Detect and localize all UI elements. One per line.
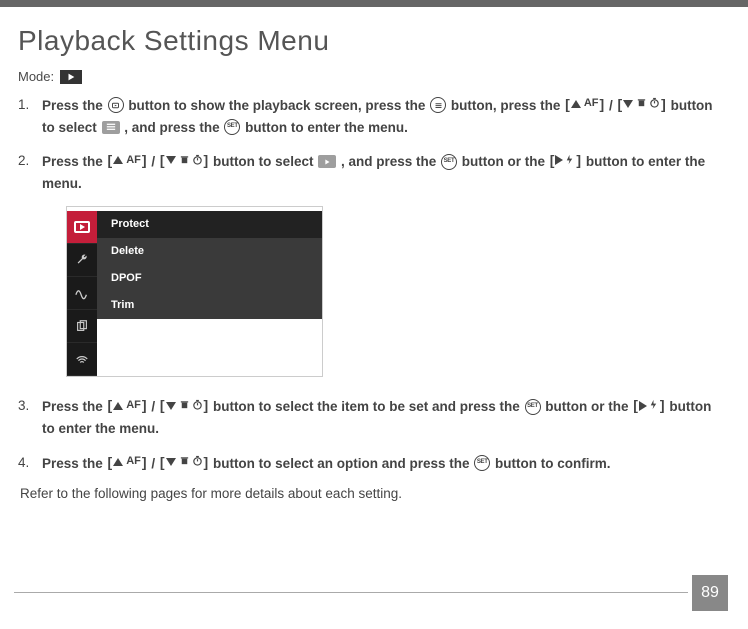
page-number: 89 <box>692 575 728 611</box>
set-button-icon: SET <box>525 399 541 415</box>
trash-icon <box>636 93 647 115</box>
steps-list: Press the button to show the playback sc… <box>18 94 714 474</box>
step-3: Press the [AF] / [ ] button to select th… <box>18 395 714 439</box>
flash-icon <box>564 150 575 172</box>
menu-button-icon <box>430 97 446 113</box>
trash-icon <box>179 395 190 417</box>
set-button-icon: SET <box>224 119 240 135</box>
timer-icon <box>192 150 203 172</box>
text: button to select the item to be set and … <box>213 399 524 414</box>
text: , and press the <box>124 120 223 135</box>
text: button or the <box>462 154 549 169</box>
step-1: Press the button to show the playback sc… <box>18 94 714 138</box>
footer-divider <box>14 592 688 593</box>
text: button to select <box>213 154 317 169</box>
trash-icon <box>179 451 190 473</box>
text: / <box>151 399 159 414</box>
text: button to select an option and press the <box>213 456 473 471</box>
text: button to enter the menu. <box>245 120 408 135</box>
sidebar-wifi-icon <box>67 343 97 376</box>
text: / <box>609 98 617 113</box>
step-4: Press the [AF] / [ ] button to select an… <box>18 452 714 475</box>
right-flash-button: [ ] <box>550 149 581 171</box>
menu-item-protect: Protect <box>97 211 322 238</box>
timer-icon <box>192 451 203 473</box>
down-trash-timer-button: [ ] <box>160 451 208 473</box>
text: Press the <box>42 98 107 113</box>
screenshot-sidebar <box>67 211 97 376</box>
menu-item-trim: Trim <box>97 292 322 319</box>
playback-mode-icon <box>60 70 82 84</box>
text: button or the <box>545 399 632 414</box>
text: Press the <box>42 456 107 471</box>
up-af-button: [AF] <box>108 394 147 416</box>
text: button to show the playback screen, pres… <box>128 98 429 113</box>
down-trash-timer-button: [ ] <box>160 149 208 171</box>
playback-tile-icon <box>318 155 336 168</box>
text: / <box>151 456 159 471</box>
text: / <box>151 154 159 169</box>
sidebar-files-icon <box>67 310 97 343</box>
menu-blank <box>97 319 322 376</box>
sidebar-wrench-icon <box>67 244 97 277</box>
sidebar-playback-icon <box>67 211 97 244</box>
up-af-button: [AF] <box>108 149 147 171</box>
up-af-button: [AF] <box>108 451 147 473</box>
playback-button-icon <box>108 97 124 113</box>
mode-row: Mode: <box>18 69 714 84</box>
sidebar-wave-icon <box>67 277 97 310</box>
text: , and press the <box>341 154 440 169</box>
text: button to confirm. <box>495 456 610 471</box>
page-content: Playback Settings Menu Mode: Press the b… <box>0 7 748 501</box>
menu-screenshot: Protect Delete DPOF Trim <box>66 206 323 377</box>
top-border <box>0 0 748 7</box>
timer-icon <box>649 93 660 115</box>
down-trash-timer-button: [ ] <box>617 93 665 115</box>
right-flash-button: [ ] <box>633 394 664 416</box>
screenshot-menu-list: Protect Delete DPOF Trim <box>97 211 322 376</box>
page-title: Playback Settings Menu <box>18 25 714 57</box>
menu-item-dpof: DPOF <box>97 265 322 292</box>
down-trash-timer-button: [ ] <box>160 394 208 416</box>
menu-item-delete: Delete <box>97 238 322 265</box>
text: Press the <box>42 154 107 169</box>
flash-icon <box>648 395 659 417</box>
text: button, press the <box>451 98 564 113</box>
up-af-button: [AF] <box>565 93 604 115</box>
footer-note: Refer to the following pages for more de… <box>18 486 714 501</box>
step-2: Press the [AF] / [ ] button to select , … <box>18 150 714 377</box>
mode-label: Mode: <box>18 69 54 84</box>
set-button-icon: SET <box>474 455 490 471</box>
text: Press the <box>42 399 107 414</box>
menu-tile-icon <box>102 121 120 134</box>
timer-icon <box>192 395 203 417</box>
set-button-icon: SET <box>441 154 457 170</box>
trash-icon <box>179 150 190 172</box>
